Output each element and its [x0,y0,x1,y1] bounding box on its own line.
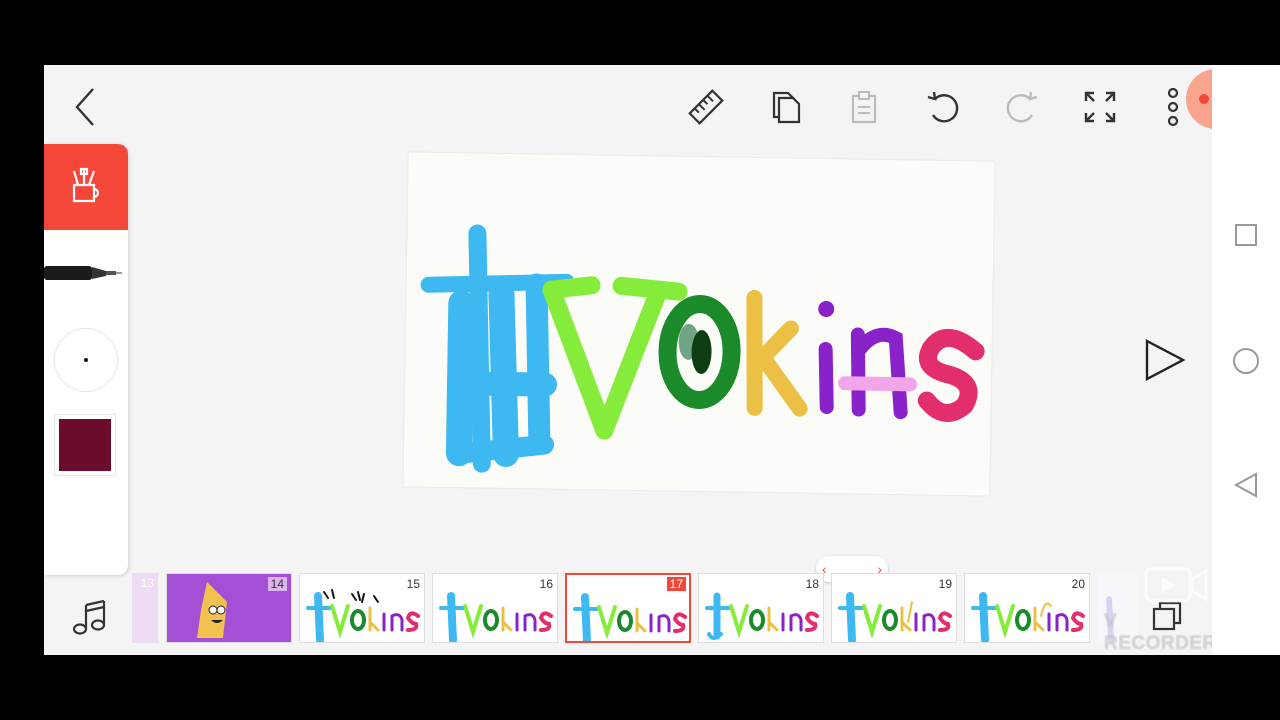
frame-thumbnail[interactable]: 20 [964,573,1090,643]
recents-icon[interactable] [1235,224,1257,246]
paste-icon[interactable] [842,85,886,129]
letter-s-pink [917,328,985,422]
redo-icon[interactable] [1000,85,1044,129]
undo-icon[interactable] [921,85,965,129]
ruler-icon[interactable] [684,85,728,129]
music-icon[interactable] [66,595,112,641]
letter-n-purple [850,327,908,420]
home-icon[interactable] [1233,348,1259,374]
brush-size-button[interactable] [54,328,118,392]
drawing-canvas[interactable] [403,152,995,496]
pen-tool[interactable] [44,252,128,292]
frame-thumbnail[interactable]: 19 [831,573,957,643]
letter-i-purple [818,341,834,415]
frame-filmstrip: 13 14 15 16 17 18 19 20 [132,573,1212,645]
copy-icon[interactable] [763,85,807,129]
video-camera-icon [1144,567,1208,603]
frame-number: 14 [267,577,287,591]
frame-thumbnail[interactable]: 14 [166,573,292,643]
frame-thumbnail[interactable]: 16 [432,573,558,643]
frame-number: 13 [140,576,154,590]
vokins-thumbnail [306,589,420,642]
vokins-thumbnail [705,592,819,640]
pencil-cup-icon [72,167,100,203]
fullscreen-icon[interactable] [1078,85,1122,129]
vokins-thumbnail [971,592,1085,642]
frame-thumbnail[interactable]: 13 [132,573,158,643]
frame-thumbnail[interactable]: 15 [299,573,425,643]
vokins-thumbnail [573,593,687,641]
back-arrow-icon[interactable] [64,85,108,129]
letter-k-yellow [746,289,808,417]
vokins-thumbnail [439,592,553,642]
play-button[interactable] [1141,337,1187,383]
vokins-thumbnail [838,592,952,642]
watermark-text: V RECORDER [1104,611,1212,654]
frame-thumbnail[interactable]: 18 [698,573,824,643]
frame-thumbnail-selected[interactable]: 17 [565,573,691,643]
color-swatch[interactable] [54,414,116,476]
screen-recorder-watermark: V RECORDER [1104,567,1212,655]
tool-panel [44,144,128,575]
vokins-drawing [420,224,985,473]
back-nav-icon[interactable] [1232,470,1262,500]
tools-tab[interactable] [44,144,128,230]
app-screen: ‹ › 13 14 15 16 17 18 19 20 V RECORDER [44,65,1212,655]
system-nav-bar [1212,65,1280,655]
letter-t-blue [420,224,575,473]
